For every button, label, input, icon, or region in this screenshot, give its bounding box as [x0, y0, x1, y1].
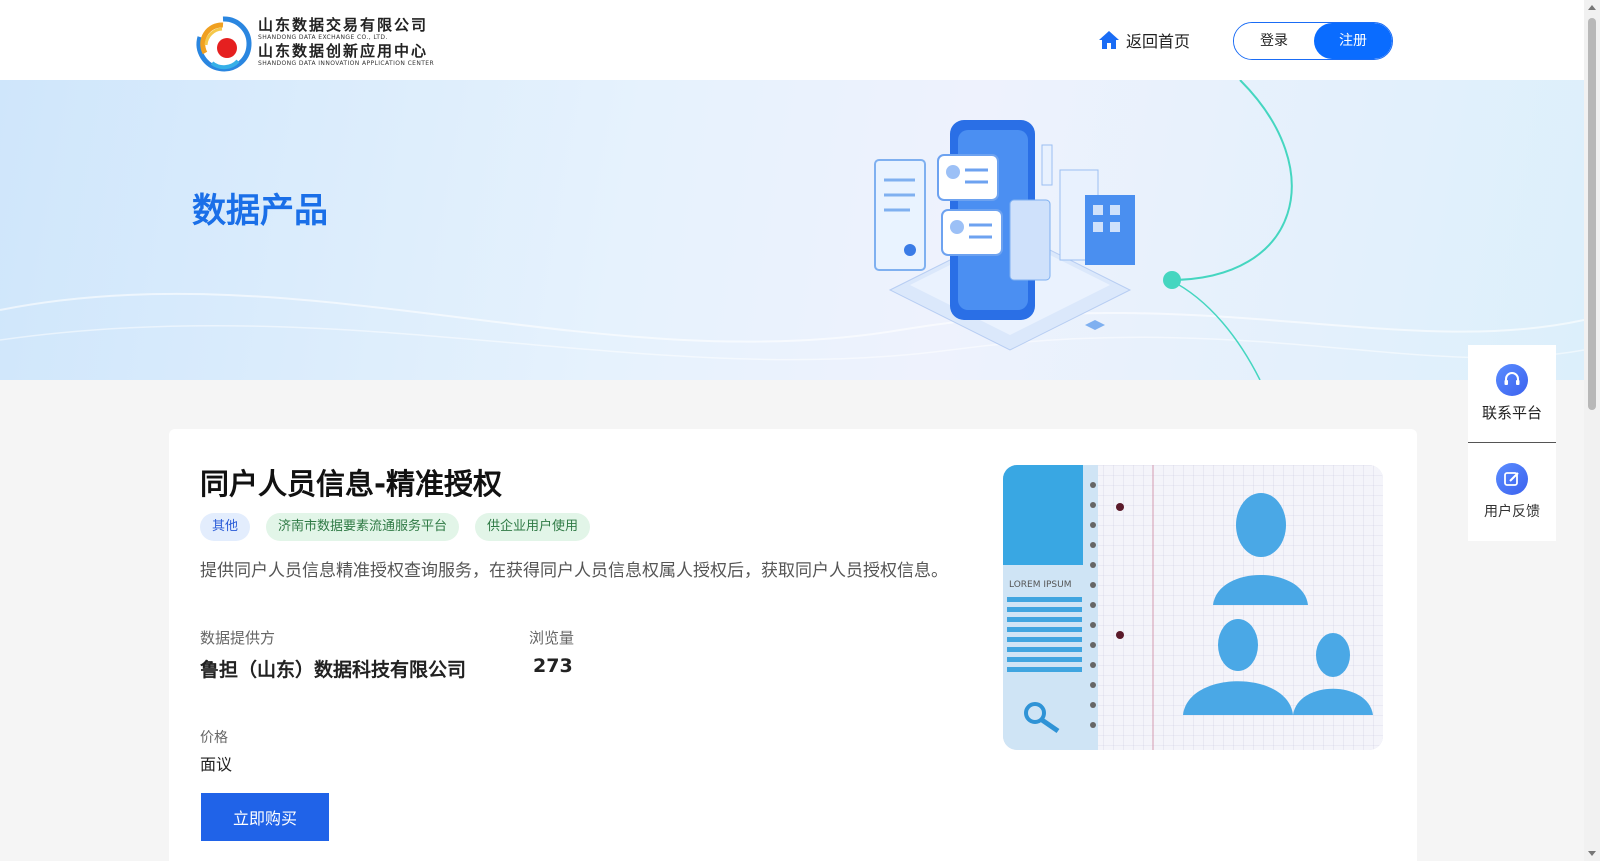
home-label: 返回首页: [1126, 32, 1191, 51]
product-card: 同户人员信息-精准授权 其他 济南市数据要素流通服务平台 供企业用户使用 提供同…: [169, 429, 1417, 861]
product-tags: 其他 济南市数据要素流通服务平台 供企业用户使用: [200, 513, 606, 541]
product-description: 提供同户人员信息精准授权查询服务，在获得同户人员信息权属人授权后，获取同户人员授…: [200, 561, 948, 581]
contact-platform-label: 联系平台: [1481, 404, 1542, 422]
headset-icon: [1496, 364, 1528, 396]
notebook-people-illustration: LOREM IPSUM: [1003, 465, 1383, 750]
lorem-ipsum-text: LOREM IPSUM: [1009, 580, 1072, 590]
logo-mark-icon: [196, 16, 252, 72]
price-value: 面议: [200, 755, 233, 774]
data-illustration-icon: [874, 120, 1135, 351]
contact-platform-button[interactable]: 联系平台: [1468, 345, 1556, 443]
top-header: 山东数据交易有限公司 SHANDONG DATA EXCHANGE CO., L…: [0, 0, 1584, 80]
floating-side-panel: 联系平台 用户反馈: [1468, 345, 1556, 541]
page-scrollbar[interactable]: [1584, 0, 1600, 861]
site-logo[interactable]: 山东数据交易有限公司 SHANDONG DATA EXCHANGE CO., L…: [192, 13, 434, 75]
tag-platform: 济南市数据要素流通服务平台: [266, 513, 460, 541]
auth-toggle: 登录 注册: [1233, 22, 1393, 60]
page-title: 数据产品: [192, 191, 328, 231]
scroll-thumb[interactable]: [1588, 18, 1596, 410]
price-label: 价格: [200, 730, 228, 746]
buy-now-button[interactable]: 立即购买: [201, 793, 329, 841]
tag-audience: 供企业用户使用: [475, 513, 591, 541]
logo-cn-name: 山东数据交易有限公司: [258, 16, 429, 34]
edit-icon: [1496, 463, 1528, 495]
user-feedback-button[interactable]: 用户反馈: [1468, 443, 1556, 541]
login-button[interactable]: 登录: [1234, 23, 1314, 59]
logo-en-name-2: SHANDONG DATA INNOVATION APPLICATION CEN…: [258, 60, 435, 67]
scroll-up-arrow-icon[interactable]: [1588, 5, 1596, 10]
views-label: 浏览量: [529, 629, 575, 647]
product-image: LOREM IPSUM: [1003, 465, 1383, 750]
product-title: 同户人员信息-精准授权: [200, 467, 503, 501]
tag-category: 其他: [200, 513, 251, 541]
home-link[interactable]: 返回首页: [1098, 28, 1190, 52]
register-button[interactable]: 注册: [1314, 23, 1392, 59]
logo-en-name: SHANDONG DATA EXCHANGE CO., LTD.: [258, 34, 388, 41]
scroll-down-arrow-icon[interactable]: [1588, 851, 1596, 856]
logo-cn-name-2: 山东数据创新应用中心: [258, 42, 429, 60]
provider-value: 鲁担（山东）数据科技有限公司: [200, 659, 467, 681]
home-icon: [1099, 31, 1119, 49]
provider-label: 数据提供方: [200, 629, 276, 647]
views-value: 273: [533, 655, 573, 677]
page-banner: 数据产品: [0, 80, 1584, 380]
user-feedback-label: 用户反馈: [1484, 504, 1540, 520]
